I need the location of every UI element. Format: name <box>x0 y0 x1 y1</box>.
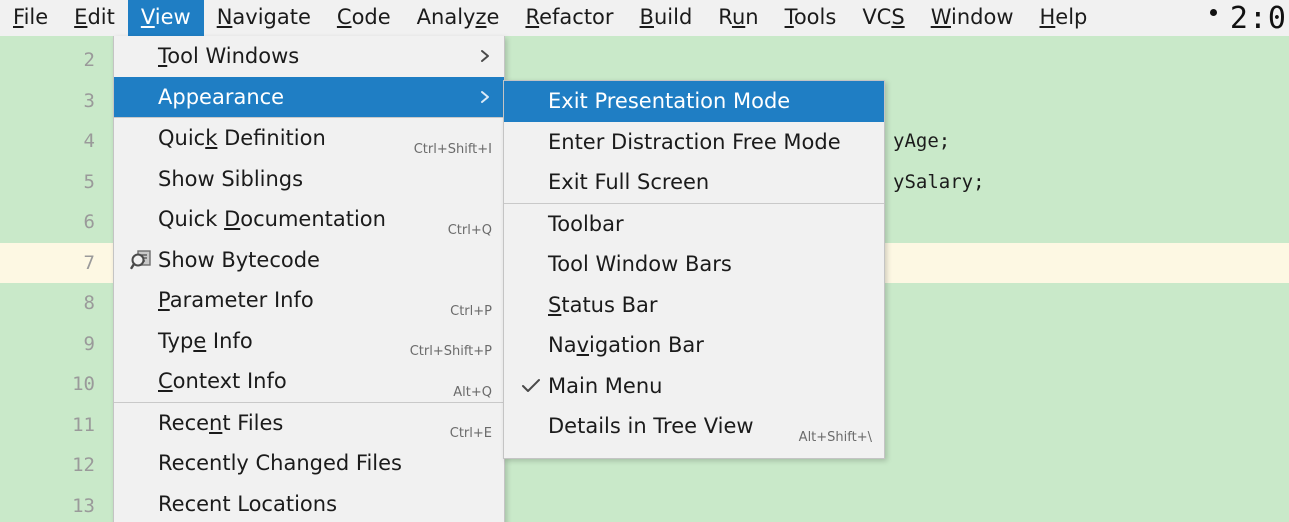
menu-item-label: Quick Definition <box>158 126 326 151</box>
menubar-item-tools[interactable]: Tools <box>772 0 850 36</box>
menu-item-shortcut: Alt+Q <box>453 384 492 400</box>
line-number: 6 <box>83 211 95 234</box>
menu-item-shortcut: Ctrl+Q <box>447 222 492 238</box>
menu-item-label: Parameter Info <box>158 288 314 313</box>
menu-item-shortcut: Ctrl+P <box>450 303 492 319</box>
view-menu-item-quick-definition[interactable]: Quick Definition Ctrl+Shift+I <box>114 118 504 159</box>
view-menu-item-type-info[interactable]: Type Info Ctrl+Shift+P <box>114 321 504 362</box>
menu-item-label: Navigation Bar <box>548 333 704 358</box>
main-menu-bar[interactable]: File Edit View Navigate Code Analyze Refactor B… <box>0 0 1289 36</box>
line-number: 11 <box>72 413 95 436</box>
menu-item-label: Details in Tree View <box>548 414 754 439</box>
menu-item-shortcut: Alt+Shift+\ <box>798 429 872 445</box>
menubar-item-navigate[interactable]: Navigate <box>204 0 324 36</box>
line-number: 7 <box>83 251 95 274</box>
menu-item-label: Tool Windows <box>158 44 300 69</box>
menubar-item-vcs[interactable]: VCS <box>849 0 917 36</box>
menu-item-label: Show Siblings <box>158 166 304 191</box>
view-menu-item-parameter-info[interactable]: Parameter Info Ctrl+P <box>114 280 504 321</box>
chevron-right-icon <box>478 88 492 106</box>
chevron-right-icon <box>478 47 492 65</box>
menu-item-label: Context Info <box>158 369 287 394</box>
view-menu-item-recent-files[interactable]: Recent Files Ctrl+E <box>114 403 504 444</box>
menu-item-label: Toolbar <box>548 211 624 236</box>
appearance-menu-item-tool-window-bars[interactable]: Tool Window Bars <box>504 244 884 285</box>
view-menu-item-show-siblings[interactable]: Show Siblings <box>114 159 504 200</box>
menubar-item-edit[interactable]: Edit <box>61 0 128 36</box>
appearance-submenu[interactable]: Exit Presentation Mode Enter Distraction … <box>503 80 885 459</box>
menu-item-label: Show Bytecode <box>158 247 320 272</box>
menu-item-shortcut: Ctrl+Shift+P <box>409 344 492 359</box>
menu-item-label: Tool Window Bars <box>548 252 732 277</box>
menubar-item-view[interactable]: View <box>127 0 204 36</box>
menubar-item-run[interactable]: Run <box>705 0 771 36</box>
appearance-menu-item-enter-distraction-free-mode[interactable]: Enter Distraction Free Mode <box>504 122 884 163</box>
menubar-item-refactor[interactable]: Refactor <box>512 0 626 36</box>
clock-dot-icon <box>1209 8 1217 16</box>
line-number: 4 <box>83 130 95 153</box>
appearance-menu-item-exit-presentation-mode[interactable]: Exit Presentation Mode <box>504 81 884 122</box>
line-number: 9 <box>83 332 95 355</box>
appearance-menu-item-toolbar[interactable]: Toolbar <box>504 204 884 245</box>
menubar-item-window[interactable]: Window <box>918 0 1027 36</box>
line-number: 12 <box>72 454 95 477</box>
menu-item-shortcut: Ctrl+E <box>449 426 492 441</box>
view-menu-item-tool-windows[interactable]: Tool Windows <box>114 36 504 77</box>
line-number: 3 <box>83 89 95 112</box>
menu-item-label: Enter Distraction Free Mode <box>548 129 841 154</box>
appearance-menu-item-navigation-bar[interactable]: Navigation Bar <box>504 325 884 366</box>
appearance-menu-item-main-menu[interactable]: Main Menu <box>504 366 884 407</box>
appearance-menu-item-exit-full-screen[interactable]: Exit Full Screen <box>504 162 884 203</box>
line-number: 2 <box>83 49 95 72</box>
view-menu-item-recently-changed-files[interactable]: Recently Changed Files <box>114 443 504 484</box>
menubar-item-help[interactable]: Help <box>1027 0 1101 36</box>
menu-item-label: Appearance <box>158 84 285 109</box>
bytecode-icon <box>124 249 158 271</box>
line-number: 13 <box>72 494 95 517</box>
menubar-item-analyze[interactable]: Analyze <box>404 0 513 36</box>
menu-item-label: Recently Changed Files <box>158 451 403 476</box>
appearance-menu-item-status-bar[interactable]: Status Bar <box>504 285 884 326</box>
view-menu-item-appearance[interactable]: Appearance <box>114 76 504 117</box>
menubar-item-build[interactable]: Build <box>627 0 706 36</box>
line-number: 10 <box>72 373 95 396</box>
view-menu-item-quick-documentation[interactable]: Quick Documentation Ctrl+Q <box>114 199 504 240</box>
menu-item-label: Status Bar <box>548 292 658 317</box>
menubar-item-code[interactable]: Code <box>324 0 404 36</box>
menubar-item-file[interactable]: File <box>0 0 61 36</box>
line-number: 5 <box>83 170 95 193</box>
view-menu-item-recent-locations[interactable]: Recent Locations <box>114 484 504 522</box>
menu-item-label: Exit Full Screen <box>548 170 710 195</box>
menu-item-label: Quick Documentation <box>158 207 386 232</box>
code-fragment: yAge; <box>893 130 951 152</box>
menu-item-label: Main Menu <box>548 373 663 398</box>
menu-item-label: Recent Files <box>158 410 284 435</box>
view-dropdown-menu[interactable]: Tool Windows Appearance Quick Definition Ct… <box>113 36 505 522</box>
clock-time: 2:0 <box>1229 0 1287 36</box>
clock-widget: 2:0 <box>1209 0 1289 36</box>
checkmark-icon <box>514 377 548 395</box>
code-fragment: ySalary; <box>893 170 985 193</box>
menu-item-shortcut: Ctrl+Shift+I <box>413 141 492 157</box>
view-menu-item-context-info[interactable]: Context Info Alt+Q <box>114 361 504 402</box>
ide-window: 23456789101112131415 yAge;ySalary; FileE… <box>0 0 1289 522</box>
menu-item-label: Type Info <box>158 328 253 353</box>
menu-item-label: Exit Presentation Mode <box>548 89 791 114</box>
view-menu-item-show-bytecode[interactable]: Show Bytecode <box>114 240 504 281</box>
menu-item-label: Recent Locations <box>158 491 338 516</box>
line-number: 8 <box>83 292 95 315</box>
appearance-menu-item-details-in-tree-view[interactable]: Details in Tree View Alt+Shift+\ <box>504 406 884 447</box>
